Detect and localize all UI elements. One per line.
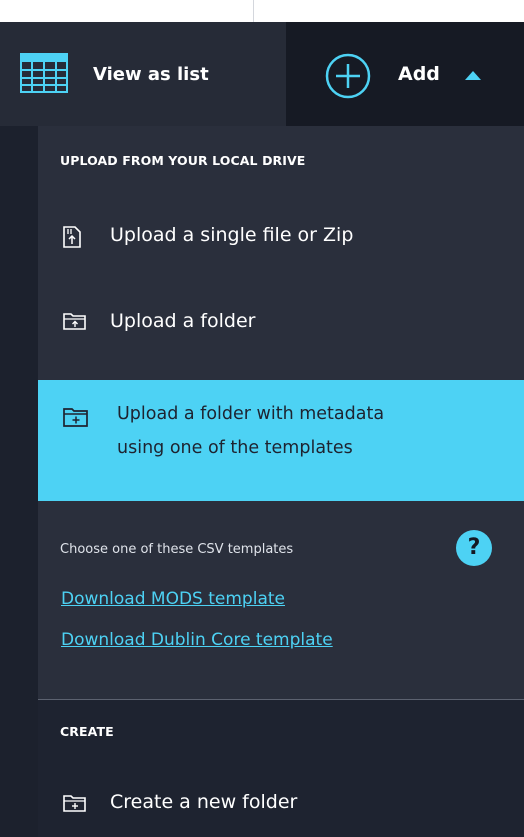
csv-templates-note: Choose one of these CSV templates: [60, 542, 294, 557]
upload-folder-metadata-item[interactable]: Upload a folder with metadata using one …: [38, 380, 524, 501]
top-divider: [253, 0, 254, 22]
upload-folder-metadata-line-2: using one of the templates: [117, 438, 353, 458]
add-label: Add: [398, 63, 440, 85]
create-section: CREATE Create a new folder: [38, 700, 524, 837]
folder-plus-icon: [63, 408, 88, 427]
download-dublin-core-template-link[interactable]: Download Dublin Core template: [61, 630, 333, 650]
upload-folder-label: Upload a folder: [110, 310, 256, 332]
top-strip: [0, 0, 524, 22]
create-new-folder-label: Create a new folder: [110, 791, 298, 813]
upload-single-file-label: Upload a single file or Zip: [110, 224, 354, 246]
upload-section-heading: UPLOAD FROM YOUR LOCAL DRIVE: [60, 153, 306, 168]
folder-plus-icon: [63, 795, 86, 812]
upload-folder-metadata-label: Upload a folder with metadata using one …: [117, 397, 384, 465]
left-rail: [0, 22, 38, 837]
view-as-list-label: View as list: [93, 64, 209, 85]
caret-up-icon: [465, 71, 481, 80]
file-upload-icon: [63, 226, 81, 248]
create-new-folder-item[interactable]: Create a new folder: [38, 780, 524, 830]
upload-folder-metadata-line-1: Upload a folder with metadata: [117, 404, 385, 424]
add-button[interactable]: Add: [286, 22, 524, 126]
plus-circle-icon: [325, 53, 371, 99]
view-as-list-button[interactable]: View as list: [0, 22, 286, 126]
grid-icon: [20, 53, 68, 93]
help-icon[interactable]: ?: [456, 530, 492, 566]
add-dropdown-menu: UPLOAD FROM YOUR LOCAL DRIVE Upload a si…: [38, 126, 524, 837]
upload-single-file-item[interactable]: Upload a single file or Zip: [38, 206, 524, 268]
download-mods-template-link[interactable]: Download MODS template: [61, 589, 285, 609]
folder-upload-icon: [63, 313, 86, 330]
create-section-heading: CREATE: [60, 724, 114, 739]
upload-folder-item[interactable]: Upload a folder: [38, 292, 524, 354]
